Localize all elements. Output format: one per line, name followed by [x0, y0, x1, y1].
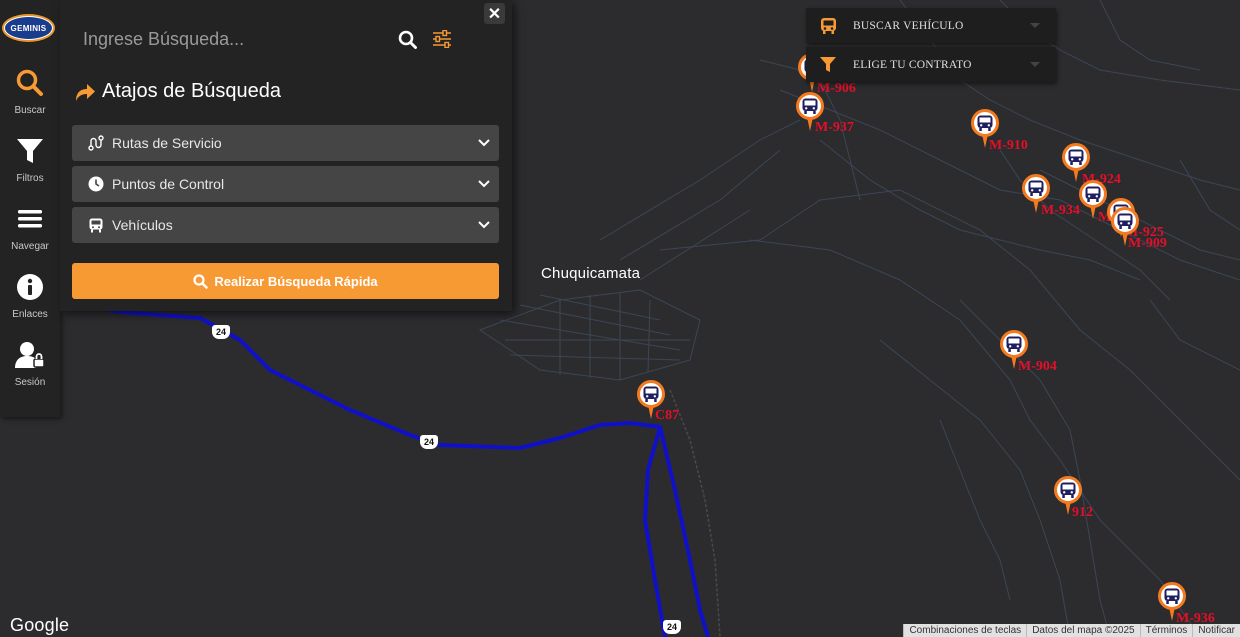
- geminis-logo[interactable]: GEMINIS: [2, 14, 55, 42]
- vehicle-marker-label: M-910: [989, 138, 1028, 153]
- city-label: Chuquicamata: [541, 265, 641, 282]
- route-shield: 24: [212, 325, 230, 339]
- bus-icon: [1111, 207, 1139, 235]
- sliders-icon[interactable]: [430, 27, 454, 51]
- quick-search-label: Realizar Búsqueda Rápida: [214, 273, 378, 289]
- quick-search-button[interactable]: Realizar Búsqueda Rápida: [72, 263, 499, 299]
- filter-icon: [15, 136, 45, 166]
- toolbar-label: Filtros: [16, 173, 44, 184]
- chevron-down-icon: [469, 135, 499, 151]
- logo-text: GEMINIS: [5, 17, 52, 39]
- toolbar-navigate[interactable]: Navegar: [0, 204, 60, 266]
- vehicle-marker-label: M-934: [1041, 203, 1080, 218]
- choose-contract-label: ELIGE TU CONTRATO: [853, 58, 972, 71]
- search-vehicle-dropdown[interactable]: BUSCAR VEHÍCULO: [806, 8, 1056, 43]
- bus-icon: [88, 217, 104, 233]
- toolbar-label: Enlaces: [12, 309, 48, 320]
- bus-icon: [1000, 330, 1028, 358]
- toolbar-search[interactable]: Buscar: [0, 68, 60, 130]
- vehicle-marker-label: C87: [655, 408, 680, 423]
- accordion-label: Rutas de Servicio: [112, 135, 222, 151]
- section-title-text: Atajos de Búsqueda: [102, 80, 282, 102]
- info-icon: [15, 272, 45, 302]
- menu-icon: [15, 204, 45, 234]
- terms-link[interactable]: Términos: [1139, 624, 1193, 637]
- bus-icon: [1054, 476, 1082, 504]
- bus-icon: [796, 92, 824, 120]
- search-icon[interactable]: [395, 27, 419, 51]
- bus-icon: [1022, 174, 1050, 202]
- toolbar-filters[interactable]: Filtros: [0, 136, 60, 198]
- search-bar: [70, 19, 460, 59]
- close-button[interactable]: ✕: [484, 3, 505, 24]
- bus-icon: [1079, 180, 1107, 208]
- bus-icon: [637, 380, 665, 408]
- accordion-control-points[interactable]: Puntos de Control: [72, 166, 499, 202]
- accordion-service-routes[interactable]: Rutas de Servicio: [72, 125, 499, 161]
- vehicle-marker-label: 912: [1072, 505, 1093, 520]
- bus-icon: [818, 16, 838, 36]
- bus-icon: [1062, 143, 1090, 171]
- user-lock-icon: [15, 340, 45, 370]
- google-logo: Google: [10, 615, 70, 635]
- map-data-text: Datos del mapa ©2025: [1026, 624, 1139, 637]
- search-vehicle-label: BUSCAR VEHÍCULO: [853, 19, 964, 32]
- toolbar-links[interactable]: Enlaces: [0, 272, 60, 334]
- search-icon: [193, 273, 209, 289]
- toolbar-label: Sesión: [14, 377, 46, 388]
- toolbar-label: Buscar: [14, 105, 46, 116]
- share-arrow-icon: [74, 81, 96, 103]
- route-shield: 24: [420, 435, 438, 449]
- chevron-down-icon: [469, 176, 499, 192]
- vehicle-marker-label: M-904: [1018, 359, 1057, 374]
- route-shield: 24: [663, 620, 681, 634]
- search-icon: [15, 68, 45, 98]
- map-attribution: Combinaciones de teclas Datos del mapa ©…: [903, 624, 1240, 637]
- filter-icon: [818, 55, 838, 75]
- keyboard-shortcuts-link[interactable]: Combinaciones de teclas: [903, 624, 1026, 637]
- section-title: Atajos de Búsqueda: [74, 80, 281, 103]
- report-link[interactable]: Notificar: [1192, 624, 1240, 637]
- choose-contract-dropdown[interactable]: ELIGE TU CONTRATO: [806, 47, 1056, 82]
- bus-icon: [971, 109, 999, 137]
- search-panel: ✕ Atajos de Búsqueda Rutas de Servicio P…: [60, 0, 512, 311]
- accordion-label: Puntos de Control: [112, 176, 225, 192]
- chevron-down-icon: [469, 217, 499, 233]
- accordion-label: Vehículos: [112, 217, 173, 233]
- chevron-down-icon: [1030, 62, 1040, 67]
- left-toolbar: GEMINIS Buscar Filtros Navegar Enlaces S…: [0, 0, 60, 417]
- bus-icon: [1158, 582, 1186, 610]
- accordion-vehicles[interactable]: Vehículos: [72, 207, 499, 243]
- clock-icon: [88, 176, 104, 192]
- chevron-down-icon: [1030, 23, 1040, 28]
- toolbar-label: Navegar: [11, 241, 49, 252]
- route-icon: [88, 135, 104, 151]
- vehicle-marker-label: M-937: [815, 120, 854, 135]
- vehicle-marker-label: M-909: [1128, 236, 1167, 251]
- toolbar-session[interactable]: Sesión: [0, 340, 60, 402]
- search-input[interactable]: [70, 19, 380, 59]
